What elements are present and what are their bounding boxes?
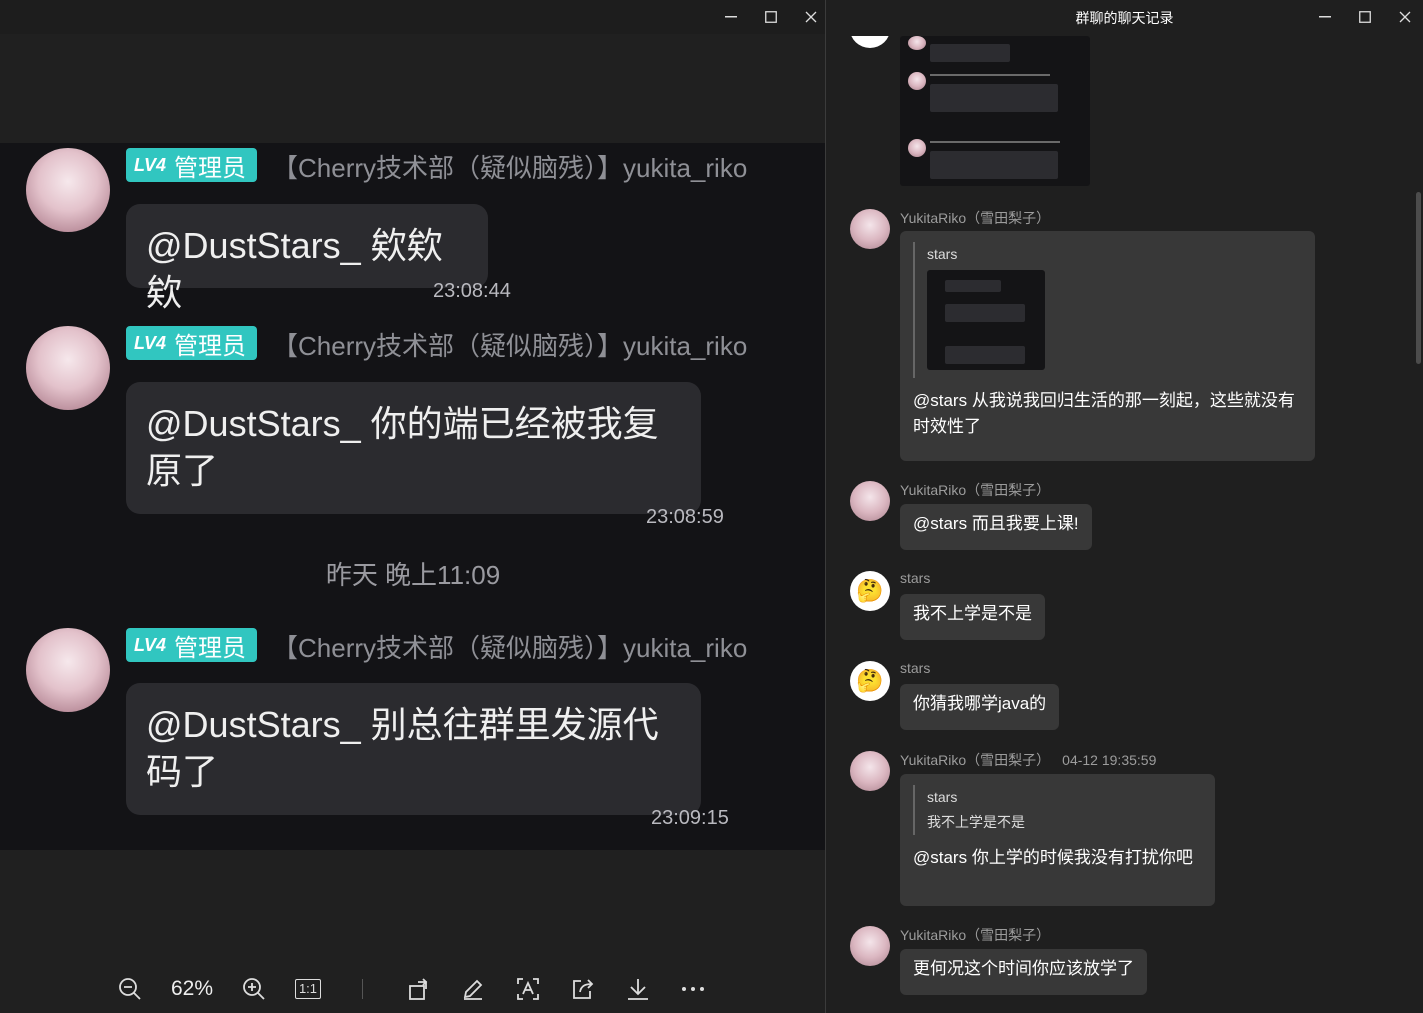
thumbnail-line (930, 141, 1060, 143)
message-time: 04-12 19:35:59 (1062, 752, 1157, 768)
avatar (908, 139, 926, 157)
image-thumbnail[interactable] (900, 36, 1090, 186)
message-bubble: @DustStars_ 你的端已经被我复原了 (126, 382, 701, 514)
avatar (908, 36, 926, 50)
zoom-level[interactable]: 62% (166, 974, 218, 1004)
message-bubble: 更何况这个时间你应该放学了 (900, 949, 1147, 995)
sender-name: 【Cherry技术部（疑似脑残）】yukita_riko (272, 153, 748, 183)
message-bubble: @stars 而且我要上课! (900, 504, 1092, 550)
message-text: @stars 从我说我回归生活的那一刻起，这些就没有时效性了 (913, 391, 1295, 436)
avatar (26, 148, 110, 232)
maximize-button[interactable] (751, 0, 791, 34)
message-time: 23:09:15 (651, 807, 729, 829)
sender-name: stars (900, 660, 931, 676)
quoted-sender: stars (927, 789, 958, 805)
level-badge: LV4 管理员 (126, 148, 257, 182)
avatar (850, 751, 890, 791)
viewer-title-bar (0, 0, 826, 34)
thumbnail-bubble (945, 304, 1025, 322)
maximize-button[interactable] (1345, 0, 1385, 34)
message-text: @stars 你上学的时候我没有打扰你吧 (913, 848, 1193, 867)
sender-name: YukitaRiko（雪田梨子） (900, 927, 1051, 943)
date-separator: 昨天 晚上11:09 (325, 560, 501, 590)
quoted-text: 我不上学是不是 (927, 814, 1025, 830)
thumbnail-bubble (930, 84, 1058, 112)
more-icon[interactable] (679, 974, 707, 1004)
avatar (26, 628, 110, 712)
quoted-message: stars 我不上学是不是 (913, 785, 1202, 835)
minimize-button[interactable] (1305, 0, 1345, 34)
zoom-in-icon[interactable] (240, 974, 268, 1004)
quoted-message: stars (913, 242, 1302, 378)
message-bubble: 我不上学是不是 (900, 594, 1045, 640)
message-time: 23:08:59 (646, 506, 724, 528)
message-time: 23:08:44 (433, 280, 511, 302)
message-bubble: 你猜我哪学java的 (900, 684, 1060, 730)
zoom-out-icon[interactable] (116, 974, 144, 1004)
avatar (908, 72, 926, 90)
chat-history-window: 群聊的聊天记录 YukitaRiko（雪田梨子） stars @stars 从我… (826, 0, 1423, 1013)
sender-name: 【Cherry技术部（疑似脑残）】yukita_riko (272, 633, 748, 663)
thumbnail-bubble (930, 151, 1058, 179)
quoted-sender: stars (927, 246, 958, 262)
toolbar-divider (358, 974, 366, 1004)
sender-name: stars (900, 570, 931, 586)
share-icon[interactable] (569, 974, 597, 1004)
sender-name: YukitaRiko（雪田梨子） (900, 210, 1051, 226)
rotate-icon[interactable] (405, 974, 433, 1004)
thumbnail-line (930, 74, 1050, 76)
scrollbar[interactable] (1416, 192, 1421, 364)
level-badge: LV4 管理员 (126, 326, 257, 360)
thumbnail-bubble (945, 346, 1025, 364)
avatar: 🤔 (850, 661, 890, 701)
edit-icon[interactable] (459, 974, 487, 1004)
image-viewer-window: LV4 管理员 【Cherry技术部（疑似脑残）】yukita_riko @Dus… (0, 0, 826, 1013)
sender-name: YukitaRiko（雪田梨子） (900, 482, 1051, 498)
thumbnail-bubble (930, 44, 1010, 62)
level-badge: LV4 管理员 (126, 628, 257, 662)
thumbnail-bubble (945, 280, 1001, 292)
sender-name: YukitaRiko（雪田梨子） 04-12 19:35:59 (900, 752, 1157, 768)
message-bubble: stars @stars 从我说我回归生活的那一刻起，这些就没有时效性了 (900, 231, 1315, 461)
avatar (26, 326, 110, 410)
avatar (850, 481, 890, 521)
minimize-button[interactable] (711, 0, 751, 34)
sender-name: 【Cherry技术部（疑似脑残）】yukita_riko (272, 331, 748, 361)
quoted-image[interactable] (927, 270, 1045, 370)
actual-size-icon[interactable]: 1:1 (293, 974, 323, 1004)
close-button[interactable] (1385, 0, 1423, 34)
message-bubble: @DustStars_ 欸欸欸 (126, 204, 488, 313)
message-bubble: @DustStars_ 别总往群里发源代码了 (126, 683, 701, 815)
avatar: 🤔 (850, 571, 890, 611)
download-icon[interactable] (624, 974, 652, 1004)
text-recognition-icon[interactable] (514, 974, 542, 1004)
message-bubble: stars 我不上学是不是 @stars 你上学的时候我没有打扰你吧 (900, 774, 1215, 906)
avatar (850, 926, 890, 966)
avatar (850, 209, 890, 249)
